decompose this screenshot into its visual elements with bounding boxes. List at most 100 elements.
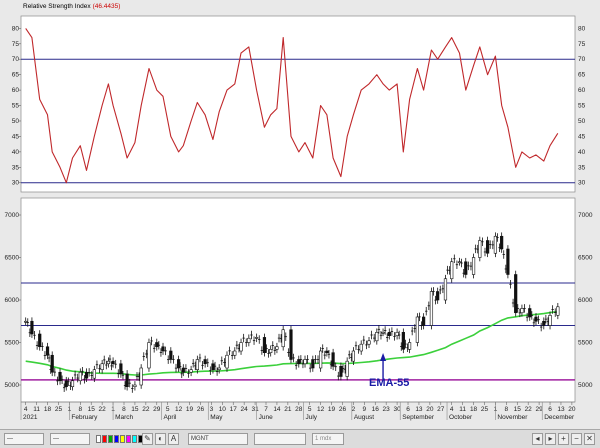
price-right-tick-label: 5500 bbox=[578, 340, 593, 347]
color-swatch[interactable] bbox=[102, 435, 107, 443]
x-day-tick-label: 2 bbox=[352, 406, 356, 413]
rsi-right-tick-label: 60 bbox=[578, 87, 586, 94]
price-candle-body bbox=[520, 308, 524, 314]
price-candle-body bbox=[401, 331, 405, 350]
price-candle-body bbox=[345, 360, 349, 377]
rsi-right-tick-labels: 30 35 40 45 50 55 60 65 70 75 80 bbox=[578, 25, 586, 186]
price-left-tick-label: 5500 bbox=[5, 340, 20, 347]
x-day-tick-label: 24 bbox=[241, 406, 249, 413]
line-width-select[interactable]: — bbox=[50, 433, 90, 445]
rsi-left-tick-label: 40 bbox=[12, 149, 20, 156]
rsi-left-tick-label: 80 bbox=[12, 25, 20, 32]
color-swatch[interactable] bbox=[132, 435, 137, 443]
price-plot-area bbox=[20, 197, 576, 403]
price-candle-body bbox=[359, 343, 363, 352]
text-tool-icon[interactable]: A bbox=[168, 433, 179, 445]
period-select[interactable] bbox=[254, 433, 306, 445]
rsi-left-tick-label: 50 bbox=[12, 118, 20, 125]
line-style-select[interactable]: — bbox=[4, 433, 44, 445]
price-candle-body bbox=[211, 363, 215, 370]
step-field-value: 1 mdx bbox=[315, 436, 332, 442]
annotation-label: EMA-55 bbox=[369, 377, 409, 389]
price-left-tick-label: 6500 bbox=[5, 255, 20, 262]
price-candle-body bbox=[225, 354, 229, 369]
price-candle-body bbox=[436, 291, 440, 301]
x-day-tick-label: 31 bbox=[251, 406, 259, 413]
price-candle-body bbox=[147, 342, 151, 369]
rsi-right-tick-label: 80 bbox=[578, 25, 586, 32]
price-candle-body bbox=[262, 337, 267, 353]
price-left-tick-label: 7000 bbox=[5, 212, 20, 219]
x-day-tick-label: 4 bbox=[24, 406, 28, 413]
x-day-tick-label: 8 bbox=[122, 406, 126, 413]
color-swatch[interactable] bbox=[96, 435, 101, 443]
color-swatch[interactable] bbox=[126, 435, 131, 443]
price-right-tick-label: 6000 bbox=[578, 297, 593, 304]
price-candle-body bbox=[100, 363, 104, 370]
x-day-tick-label: 20 bbox=[568, 406, 576, 413]
x-day-tick-label: 25 bbox=[55, 406, 63, 413]
chart-window: 30 35 40 45 50 55 60 65 70 75 80 30 35 40 45 50 55 60 65 7… bbox=[0, 0, 600, 448]
price-right-tick-labels: 5000 5500 6000 6500 7000 bbox=[578, 212, 593, 389]
x-day-tick-label: 15 bbox=[88, 406, 96, 413]
x-day-tick-label: 8 bbox=[78, 406, 82, 413]
close-pane-button[interactable]: ✕ bbox=[584, 433, 595, 445]
x-axis: 4111825181522181522295121926310172431714… bbox=[20, 401, 576, 421]
price-candle-body bbox=[269, 348, 273, 353]
x-day-tick-label: 4 bbox=[450, 406, 454, 413]
price-candle-body bbox=[203, 359, 207, 365]
rsi-left-tick-label: 70 bbox=[12, 56, 20, 63]
scroll-right-button[interactable]: ▸ bbox=[545, 433, 556, 445]
price-candle-body bbox=[542, 320, 546, 326]
price-candle-body bbox=[38, 333, 42, 348]
x-day-tick-label: 18 bbox=[470, 406, 478, 413]
x-month-label: October bbox=[449, 414, 473, 421]
x-day-tick-label: 6 bbox=[406, 406, 410, 413]
price-candle-body bbox=[181, 367, 185, 373]
price-candle-body bbox=[255, 337, 259, 339]
brush-tool-icon[interactable]: ✎ bbox=[142, 433, 153, 445]
step-field[interactable]: 1 mdx bbox=[312, 433, 344, 445]
x-day-tick-label: 5 bbox=[166, 406, 170, 413]
x-day-tick-label: 21 bbox=[284, 406, 292, 413]
x-day-tick-label: 5 bbox=[308, 406, 312, 413]
price-candle-body bbox=[478, 240, 482, 258]
x-month-label: February bbox=[71, 414, 98, 421]
price-candle-body bbox=[139, 367, 143, 386]
fill-tool-icon[interactable]: ◐ bbox=[155, 433, 166, 445]
color-swatch[interactable] bbox=[120, 435, 125, 443]
price-candle-body bbox=[119, 363, 123, 375]
price-candle-body bbox=[450, 261, 454, 280]
rsi-left-tick-label: 65 bbox=[12, 72, 20, 79]
price-candle-body bbox=[45, 346, 50, 356]
x-day-tick-label: 27 bbox=[437, 406, 445, 413]
price-candle-body bbox=[281, 329, 285, 348]
price-candle-body bbox=[325, 350, 329, 353]
price-candle-body bbox=[92, 369, 96, 379]
price-candle-body bbox=[387, 331, 391, 336]
x-day-tick-label: 13 bbox=[415, 406, 423, 413]
color-swatch[interactable] bbox=[114, 435, 119, 443]
price-candle-body bbox=[375, 331, 379, 342]
price-candle-body bbox=[493, 235, 498, 254]
x-day-tick-label: 10 bbox=[219, 406, 227, 413]
price-candle-body bbox=[464, 261, 468, 275]
price-candle-body bbox=[548, 314, 552, 326]
price-candle-body bbox=[239, 342, 243, 352]
color-swatch[interactable] bbox=[108, 435, 113, 443]
x-day-tick-label: 16 bbox=[372, 406, 380, 413]
x-month-label: July bbox=[305, 414, 317, 421]
symbol-select[interactable]: MGNT bbox=[188, 433, 248, 445]
price-candle-body bbox=[457, 261, 462, 264]
x-day-tick-label: 20 bbox=[426, 406, 434, 413]
scroll-left-button[interactable]: ◂ bbox=[532, 433, 543, 445]
x-day-tick-label: 28 bbox=[295, 406, 303, 413]
price-candle-body bbox=[217, 367, 221, 370]
x-month-label: December bbox=[544, 414, 575, 421]
zoom-in-button[interactable]: + bbox=[558, 433, 569, 445]
zoom-out-button[interactable]: − bbox=[571, 433, 582, 445]
price-candle-body bbox=[415, 316, 419, 343]
x-day-tick-label: 26 bbox=[339, 406, 347, 413]
price-candle-body bbox=[311, 359, 315, 369]
rsi-right-tick-label: 30 bbox=[578, 180, 586, 187]
